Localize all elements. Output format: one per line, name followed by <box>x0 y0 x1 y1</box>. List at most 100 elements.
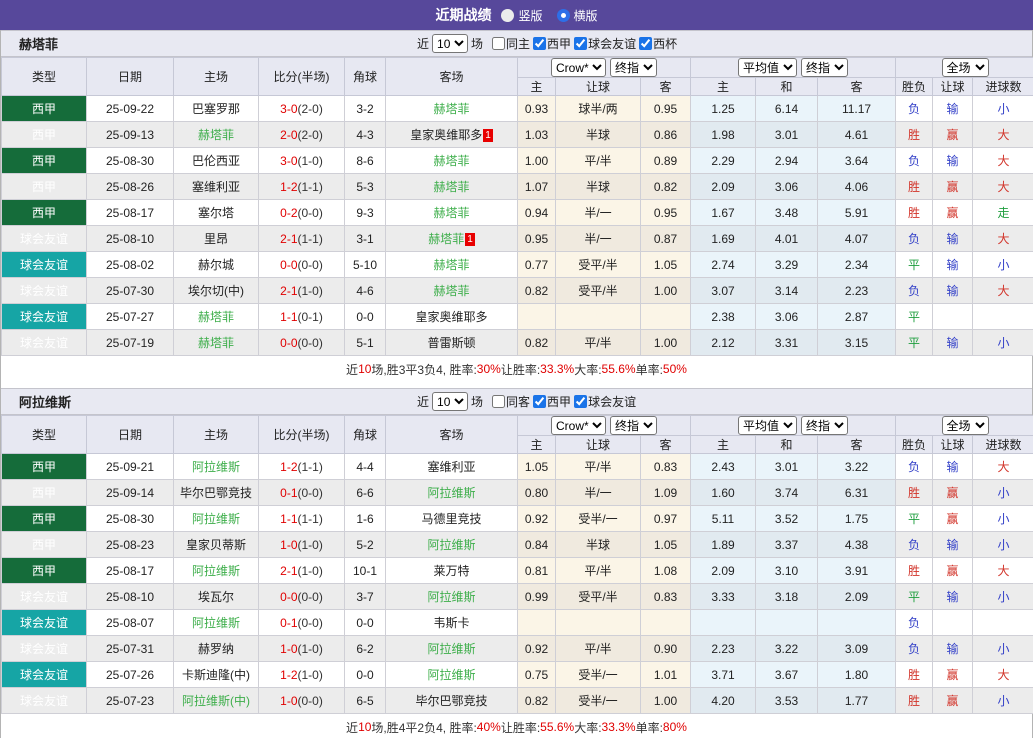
fulltime-score: 2-1 <box>280 564 297 578</box>
result-text: 负 <box>908 284 920 298</box>
final-odds-select-2[interactable]: 终指 <box>801 416 848 435</box>
friendly-checkbox[interactable] <box>574 37 587 50</box>
away-team-cell: 阿拉维斯 <box>386 636 518 662</box>
sub-result: 胜负 <box>896 436 933 454</box>
same-venue-checkbox[interactable] <box>492 37 505 50</box>
home-team-name: 埃瓦尔 <box>198 590 234 604</box>
avg-draw-odds-cell: 3.37 <box>756 532 818 558</box>
home-team-name: 皇家贝蒂斯 <box>186 538 246 552</box>
away-team-name: 毕尔巴鄂竞技 <box>415 694 487 708</box>
home-team-name: 赫塔菲 <box>198 128 234 142</box>
match-row: 球会友谊25-07-27赫塔菲1-1(0-1)0-0皇家奥维耶多2.383.06… <box>2 304 1033 330</box>
corner-cell: 8-6 <box>345 148 386 174</box>
handicap-result-cell: 输 <box>933 636 973 662</box>
away-team-name: 赫塔菲 <box>428 232 464 246</box>
result-text: 输 <box>947 102 959 116</box>
filter-checkbox-cup[interactable]: 西杯 <box>636 35 677 52</box>
recent-count-select[interactable]: 10 <box>432 34 468 53</box>
handicap-home-odds-cell: 1.05 <box>518 454 556 480</box>
result-cell: 平 <box>896 252 933 278</box>
handicap-result-cell: 赢 <box>933 688 973 714</box>
type-cell: 球会友谊 <box>2 610 87 636</box>
final-odds-select-1[interactable]: 终指 <box>610 416 657 435</box>
scope-select[interactable]: 全场 <box>942 58 989 77</box>
bookmaker-select[interactable]: Crow* <box>551 416 606 435</box>
away-team-name: 普雷斯顿 <box>427 336 475 350</box>
away-team-cell: 莱万特 <box>386 558 518 584</box>
result-cell: 负 <box>896 96 933 122</box>
filter-checkbox-same-venue[interactable]: 同主 <box>486 35 530 52</box>
checkbox-label: 球会友谊 <box>588 393 636 410</box>
result-cell: 平 <box>896 584 933 610</box>
result-text: 小 <box>998 694 1010 708</box>
avg-away-odds-cell: 3.22 <box>818 454 896 480</box>
handicap-home-odds-cell: 0.81 <box>518 558 556 584</box>
average-select[interactable]: 平均值 <box>738 58 797 77</box>
average-select-group: 平均值终指 <box>691 416 896 436</box>
same-venue-checkbox[interactable] <box>492 395 505 408</box>
fulltime-score: 0-1 <box>280 486 297 500</box>
laliga-checkbox[interactable] <box>533 37 546 50</box>
radio-checked-icon[interactable] <box>557 9 570 22</box>
score-cell: 0-1(0-0) <box>259 610 345 636</box>
home-team-name: 阿拉维斯 <box>192 616 240 630</box>
result-text: 胜 <box>908 668 920 682</box>
result-text: 输 <box>947 590 959 604</box>
handicap-home-odds-cell: 0.82 <box>518 330 556 356</box>
goals-result-cell: 小 <box>973 252 1033 278</box>
avg-home-odds-cell: 5.11 <box>691 506 756 532</box>
avg-home-odds-cell: 1.69 <box>691 226 756 252</box>
result-text: 小 <box>998 538 1010 552</box>
avg-away-odds-cell: 1.77 <box>818 688 896 714</box>
layout-radio-vertical[interactable]: 竖版 <box>501 7 542 24</box>
halftime-score: (0-0) <box>298 694 323 708</box>
home-team-cell: 埃尔切(中) <box>174 278 259 304</box>
away-team-cell: 赫塔菲 <box>386 278 518 304</box>
handicap-away-odds-cell: 0.86 <box>641 122 691 148</box>
col-home-team: 主场 <box>174 58 259 96</box>
fulltime-score: 1-1 <box>280 512 297 526</box>
away-team-cell: 赫塔菲 <box>386 252 518 278</box>
final-odds-select-1[interactable]: 终指 <box>610 58 657 77</box>
date-cell: 25-07-30 <box>87 278 174 304</box>
col-corner: 角球 <box>345 416 386 454</box>
home-team-name: 巴塞罗那 <box>192 102 240 116</box>
handicap-line-cell: 半球 <box>556 532 641 558</box>
cup-checkbox[interactable] <box>639 37 652 50</box>
radio-icon[interactable] <box>501 9 514 22</box>
match-row: 球会友谊25-08-10里昂2-1(1-1)3-1赫塔菲10.95半/一0.87… <box>2 226 1033 252</box>
sub-away-odds: 客 <box>641 436 691 454</box>
recent-count-select[interactable]: 10 <box>432 392 468 411</box>
result-text: 负 <box>908 538 920 552</box>
filter-checkbox-same-venue[interactable]: 同客 <box>486 393 530 410</box>
average-select[interactable]: 平均值 <box>738 416 797 435</box>
match-row: 西甲25-09-14毕尔巴鄂竞技0-1(0-0)6-6阿拉维斯0.80半/一1.… <box>2 480 1033 506</box>
scope-select[interactable]: 全场 <box>942 416 989 435</box>
filter-checkbox-friendly[interactable]: 球会友谊 <box>571 393 636 410</box>
result-text: 赢 <box>947 206 959 220</box>
col-type: 类型 <box>2 416 87 454</box>
laliga-checkbox[interactable] <box>533 395 546 408</box>
col-away-team: 客场 <box>386 416 518 454</box>
filter-checkbox-friendly[interactable]: 球会友谊 <box>571 35 636 52</box>
layout-radio-horizontal[interactable]: 横版 <box>557 7 598 24</box>
avg-home-odds-cell <box>691 610 756 636</box>
friendly-checkbox[interactable] <box>574 395 587 408</box>
results-table: 类型日期主场比分(半场)角球客场Crow*终指平均值终指全场主让球客主和客胜负让… <box>1 57 1033 356</box>
goals-result-cell: 走 <box>973 200 1033 226</box>
match-row: 西甲25-08-23皇家贝蒂斯1-0(1-0)5-2阿拉维斯0.84半球1.05… <box>2 532 1033 558</box>
col-score-half: 比分(半场) <box>259 58 345 96</box>
filter-checkbox-laliga[interactable]: 西甲 <box>530 35 571 52</box>
result-text: 平 <box>908 258 920 272</box>
bookmaker-select[interactable]: Crow* <box>551 58 606 77</box>
date-cell: 25-07-19 <box>87 330 174 356</box>
col-home-team: 主场 <box>174 416 259 454</box>
result-cell: 负 <box>896 610 933 636</box>
away-team-cell: 赫塔菲 <box>386 148 518 174</box>
handicap-home-odds-cell: 0.84 <box>518 532 556 558</box>
bookmaker-select-group: Crow*终指 <box>518 58 691 78</box>
final-odds-select-2[interactable]: 终指 <box>801 58 848 77</box>
avg-home-odds-cell: 2.12 <box>691 330 756 356</box>
handicap-home-odds-cell: 0.92 <box>518 636 556 662</box>
filter-checkbox-laliga[interactable]: 西甲 <box>530 393 571 410</box>
